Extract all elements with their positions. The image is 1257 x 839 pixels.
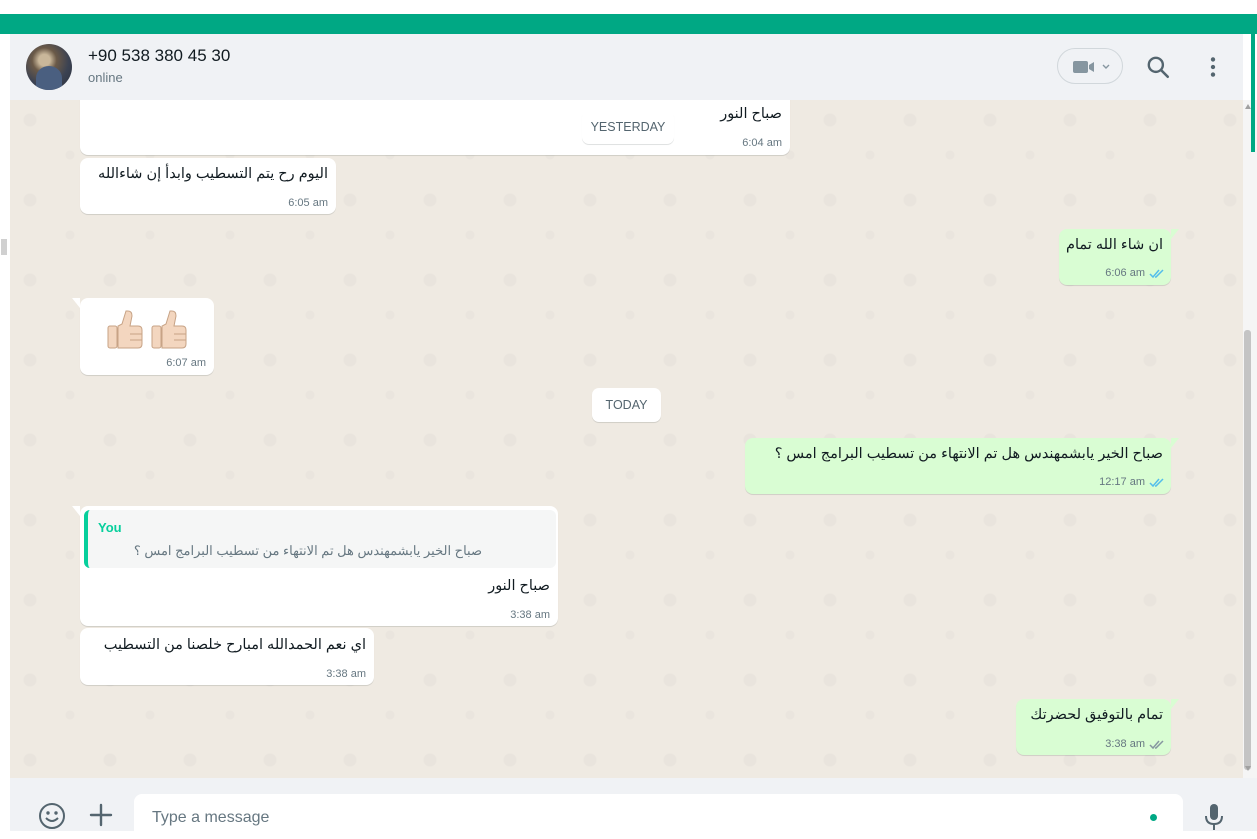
message-input-box[interactable] (134, 794, 1183, 839)
bubble-tail (72, 506, 80, 516)
read-receipt-icon (1149, 478, 1164, 488)
quoted-author: You (98, 520, 122, 535)
bubble-tail (1171, 699, 1179, 709)
scroll-down-arrow-icon[interactable] (1245, 766, 1251, 771)
quoted-message[interactable]: You صباح الخير يابشمهندس هل تم الانتهاء … (84, 510, 556, 568)
bubble-tail (1171, 229, 1179, 239)
date-divider-yesterday: YESTERDAY (582, 110, 674, 144)
chat-scrollbar-thumb[interactable] (1244, 330, 1251, 770)
message-bubble-incoming-reply[interactable]: You صباح الخير يابشمهندس هل تم الانتهاء … (72, 506, 558, 626)
delivered-receipt-icon (1149, 740, 1164, 750)
emoji-content (104, 308, 192, 352)
emoji-icon[interactable] (38, 802, 66, 830)
message-text: صباح النور (720, 106, 782, 122)
message-text: صباح النور (488, 578, 550, 594)
menu-dots-icon[interactable] (1200, 54, 1226, 80)
gutter-scroll-mark (1, 239, 7, 255)
message-time: 3:38 am (326, 668, 366, 680)
message-text: تمام بالتوفيق لحضرتك (1030, 707, 1163, 723)
message-time: 3:38 am (510, 609, 550, 621)
message-text: اليوم رح يتم التسطيب وابدأ إن شاءالله (98, 166, 328, 182)
message-list[interactable]: صباح النور 6:04 am YESTERDAY اليوم رح يت… (10, 100, 1243, 778)
left-gutter (0, 34, 10, 831)
bubble-tail (1171, 438, 1179, 448)
chat-header: +90 538 380 45 30 online (10, 34, 1243, 101)
search-icon[interactable] (1145, 54, 1171, 80)
message-bubble-incoming[interactable]: 6:07 am (72, 298, 214, 375)
message-bubble-incoming[interactable]: صباح النور 6:04 am (80, 100, 790, 155)
message-time: 12:17 am (1099, 476, 1145, 488)
message-time: 6:06 am (1105, 267, 1145, 279)
side-accent-strip (1251, 34, 1255, 152)
window-top-edge (0, 0, 1257, 14)
bubble-tail (72, 298, 80, 308)
date-divider-today: TODAY (592, 388, 661, 422)
video-call-button[interactable] (1057, 48, 1123, 84)
message-text: صباح الخير يابشمهندس هل تم الانتهاء من ت… (774, 446, 1163, 462)
message-bubble-outgoing[interactable]: ان شاء الله تمام 6:06 am (1059, 229, 1179, 285)
message-time: 6:07 am (166, 357, 206, 369)
microphone-icon[interactable] (1202, 802, 1226, 832)
message-text: اي نعم الحمدالله امبارح خلصنا من التسطيب (103, 637, 366, 653)
attach-plus-icon[interactable] (88, 802, 114, 828)
app-brand-bar (0, 14, 1257, 34)
message-composer (10, 778, 1257, 839)
message-input[interactable] (150, 802, 1134, 834)
message-time: 3:38 am (1105, 738, 1145, 750)
contact-status: online (88, 70, 123, 85)
read-receipt-icon (1149, 269, 1164, 279)
message-bubble-incoming[interactable]: اليوم رح يتم التسطيب وابدأ إن شاءالله 6:… (80, 158, 336, 214)
contact-name[interactable]: +90 538 380 45 30 (88, 46, 230, 66)
message-bubble-outgoing[interactable]: صباح الخير يابشمهندس هل تم الانتهاء من ت… (745, 438, 1179, 494)
avatar[interactable] (26, 44, 72, 90)
thumbs-up-icon (107, 310, 187, 349)
quoted-text: صباح الخير يابشمهندس هل تم الانتهاء من ت… (133, 543, 482, 558)
message-bubble-incoming[interactable]: اي نعم الحمدالله امبارح خلصنا من التسطيب… (80, 628, 374, 685)
chevron-down-icon (1102, 64, 1110, 69)
message-bubble-outgoing[interactable]: تمام بالتوفيق لحضرتك 3:38 am (1016, 699, 1179, 755)
message-text: ان شاء الله تمام (1066, 237, 1163, 253)
message-time: 6:05 am (288, 197, 328, 209)
input-status-dot (1150, 814, 1157, 821)
message-time: 6:04 am (742, 137, 782, 149)
video-call-icon (1073, 61, 1110, 73)
